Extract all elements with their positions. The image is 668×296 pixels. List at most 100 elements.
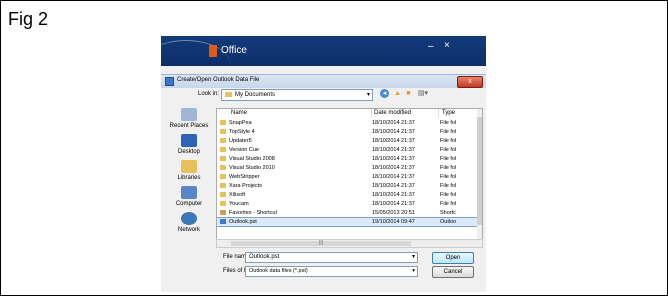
file-name-input[interactable]: Outlook.pst ▾	[245, 252, 418, 263]
chevron-down-icon: ▾	[411, 254, 415, 260]
cancel-button[interactable]: Cancel	[432, 266, 474, 278]
file-type-select[interactable]: Outlook data files (*.pst) ▾	[245, 266, 418, 277]
screenshot: Office – × Create/Open Outlook Data File…	[161, 36, 486, 292]
place-label: Libraries	[177, 175, 201, 181]
back-icon[interactable]: ◂	[380, 89, 389, 98]
place-desktop[interactable]: Desktop	[167, 134, 211, 155]
file-row[interactable]: Visual Studio 2010 18/10/2014 21:37 File f…	[217, 164, 482, 172]
file-type: File fol	[440, 192, 457, 198]
computer-icon	[181, 186, 197, 199]
file-type: File fol	[440, 174, 457, 180]
file-name: Updater5	[229, 138, 252, 144]
office-logo-icon	[209, 45, 217, 57]
place-label: Recent Places	[169, 123, 209, 129]
view-menu-icon[interactable]: ▤▾	[416, 89, 430, 98]
file-name: Xara Projects	[229, 183, 263, 189]
column-header-date[interactable]: Date modified	[372, 109, 439, 118]
file-row[interactable]: SnapPea 18/10/2014 21:37 File fol	[217, 119, 482, 127]
file-row[interactable]: Visual Studio 2008 18/10/2014 21:37 File f…	[217, 155, 482, 163]
scroll-thumb[interactable]	[477, 117, 482, 225]
file-name: SnapPea	[229, 120, 252, 126]
place-computer[interactable]: Computer	[167, 186, 211, 207]
file-date: 19/10/2014 09:47	[372, 219, 415, 225]
folder-icon	[220, 174, 226, 179]
file-row[interactable]: WebStripper 18/10/2014 21:37 File fol	[217, 173, 482, 181]
libraries-icon	[181, 160, 197, 173]
file-type: File fol	[440, 138, 457, 144]
file-name: Favorites - Shortcut	[229, 210, 277, 216]
sort-arrow-icon: ^	[299, 108, 302, 113]
figure-label: Fig 2	[8, 9, 49, 29]
file-row[interactable]: TopStyle 4 18/10/2014 21:37 File fol	[217, 128, 482, 136]
chevron-down-icon: ▾	[366, 92, 370, 98]
file-date: 18/10/2014 21:37	[372, 129, 415, 135]
file-row[interactable]: Xilisoft 18/10/2014 21:37 File fol	[217, 191, 482, 199]
file-type: File fol	[440, 129, 457, 135]
place-recent-places[interactable]: Recent Places	[167, 108, 211, 129]
file-row[interactable]: Version Cue 18/10/2014 21:37 File fol	[217, 146, 482, 154]
file-date: 18/10/2014 21:37	[372, 138, 415, 144]
file-date: 18/10/2014 21:37	[372, 174, 415, 180]
file-name: TopStyle 4	[229, 129, 255, 135]
folder-icon	[220, 138, 226, 143]
chevron-down-icon: ▾	[412, 268, 415, 274]
column-header-type[interactable]: Type	[440, 109, 472, 118]
file-date: 18/10/2014 21:37	[372, 165, 415, 171]
folder-icon	[220, 129, 226, 134]
file-name: Outlook.pst	[229, 219, 257, 225]
file-row[interactable]: Favorites - Shortcut 15/05/2013 20:51 Shor…	[217, 209, 482, 217]
file-type-value: Outlook data files (*.pst)	[249, 268, 308, 274]
minimize-button[interactable]: –	[428, 41, 434, 52]
file-row[interactable]: Updater5 18/10/2014 21:37 File fol	[217, 137, 482, 145]
file-type: Shortc	[440, 210, 456, 216]
dialog-title-bar: Create/Open Outlook Data File x	[161, 74, 486, 88]
place-network[interactable]: Network	[167, 212, 211, 233]
vertical-scrollbar[interactable]	[477, 109, 482, 239]
file-date: 18/10/2014 21:37	[372, 120, 415, 126]
folder-icon	[220, 192, 226, 197]
up-folder-icon[interactable]: ▲	[393, 89, 402, 98]
file-row[interactable]: Youcam 18/10/2014 21:37 File fol	[217, 200, 482, 208]
horizontal-scrollbar[interactable]: |||	[216, 239, 483, 248]
file-name: Visual Studio 2008	[229, 156, 275, 162]
office-title-bar: Office – ×	[161, 36, 486, 66]
column-header-label: Name	[231, 110, 248, 116]
look-in-value: My Documents	[235, 92, 276, 98]
scroll-thumb[interactable]: |||	[231, 241, 411, 246]
file-list: Name ^ Date modified Type SnapPea 18/10/20…	[216, 108, 483, 240]
file-type: File fol	[440, 201, 457, 207]
file-row[interactable]: Xara Projects 18/10/2014 21:37 File fol	[217, 182, 482, 190]
file-name: Youcam	[229, 201, 249, 207]
file-type: File fol	[440, 120, 457, 126]
desktop-icon	[181, 134, 197, 147]
pst-file-icon	[220, 219, 226, 224]
place-libraries[interactable]: Libraries	[167, 160, 211, 181]
file-type: File fol	[440, 147, 457, 153]
file-name: Version Cue	[229, 147, 259, 153]
look-in-label: Look in:	[198, 91, 220, 97]
column-header-name[interactable]: Name ^	[229, 109, 372, 118]
file-type: File fol	[440, 183, 457, 189]
file-type: Outloo	[440, 219, 457, 225]
open-button[interactable]: Open	[432, 252, 474, 264]
file-name: Xilisoft	[229, 192, 246, 198]
file-type: File fol	[440, 165, 457, 171]
file-name: Visual Studio 2010	[229, 165, 275, 171]
file-date: 18/10/2014 21:37	[372, 192, 415, 198]
folder-icon	[220, 165, 226, 170]
recent-places-icon	[181, 108, 197, 121]
dialog-app-icon	[165, 77, 174, 86]
folder-icon	[225, 91, 232, 97]
file-type: File fol	[440, 156, 457, 162]
office-close-button[interactable]: ×	[444, 40, 450, 51]
place-label: Desktop	[177, 149, 200, 155]
file-row-selected[interactable]: Outlook.pst 19/10/2014 09:47 Outloo	[217, 217, 482, 227]
dialog-close-button[interactable]: x	[457, 76, 483, 88]
place-label: Network	[177, 227, 200, 233]
file-date: 18/10/2014 21:37	[372, 201, 415, 207]
folder-icon	[220, 183, 226, 188]
place-label: Computer	[175, 201, 203, 207]
new-folder-icon[interactable]: ■	[404, 89, 413, 98]
folder-icon	[220, 147, 226, 152]
look-in-select[interactable]: My Documents ▾	[221, 89, 373, 101]
